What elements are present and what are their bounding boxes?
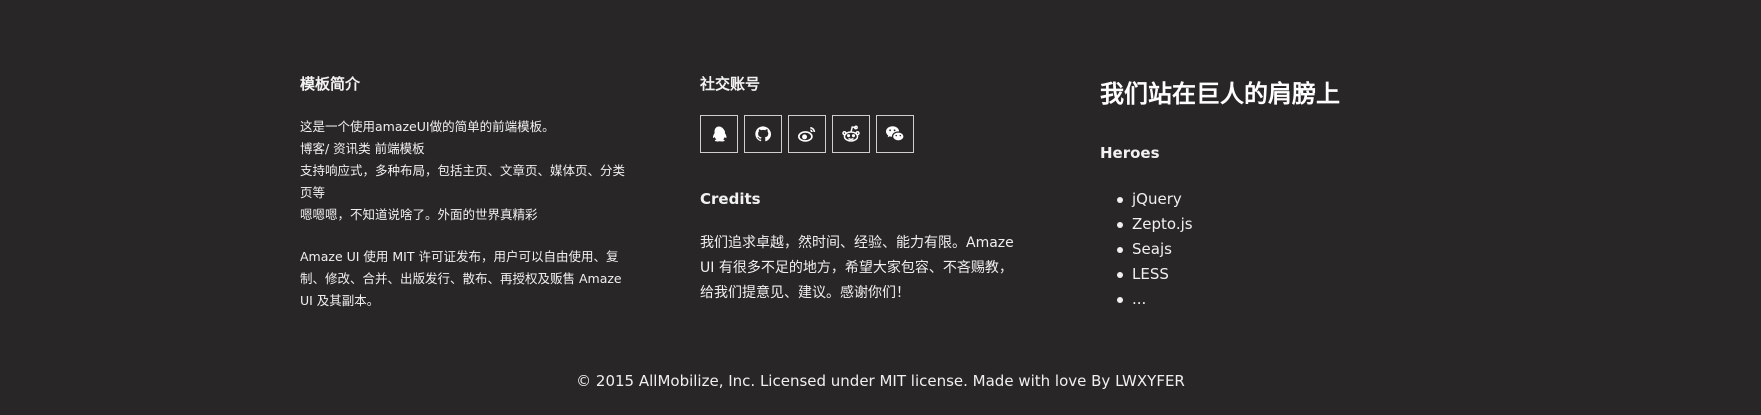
about-line: 支持响应式，多种布局，包括主页、文章页、媒体页、分类 bbox=[300, 163, 626, 178]
credits-title: Credits bbox=[700, 190, 761, 208]
credits-line: 给我们提意见、建议。感谢你们！ bbox=[700, 285, 910, 301]
hero-item: Seajs bbox=[1117, 237, 1193, 262]
social-icons bbox=[700, 115, 914, 153]
credits-line: UI 有很多不足的地方，希望大家包容、不吝赐教， bbox=[700, 260, 1013, 276]
license-text: Amaze UI 使用 MIT 许可证发布，用户可以自由使用、复 制、修改、合并… bbox=[300, 246, 622, 312]
weibo-icon[interactable] bbox=[788, 115, 826, 153]
about-title: 模板简介 bbox=[300, 75, 361, 93]
social-title: 社交账号 bbox=[700, 75, 761, 93]
about-line: 博客/ 资讯类 前端模板 bbox=[300, 141, 425, 156]
credits-text: 我们追求卓越，然时间、经验、能力有限。Amaze UI 有很多不足的地方，希望大… bbox=[700, 231, 1014, 306]
reddit-icon[interactable] bbox=[832, 115, 870, 153]
about-description: 这是一个使用amazeUI做的简单的前端模板。 博客/ 资讯类 前端模板 支持响… bbox=[300, 116, 625, 226]
github-icon[interactable] bbox=[744, 115, 782, 153]
about-line: 页等 bbox=[300, 185, 326, 200]
site-footer: 模板简介 这是一个使用amazeUI做的简单的前端模板。 博客/ 资讯类 前端模… bbox=[0, 0, 1761, 415]
license-line: 制、修改、合并、出版发行、散布、再授权及贩售 Amaze bbox=[300, 271, 622, 286]
qq-icon[interactable] bbox=[700, 115, 738, 153]
hero-item: ... bbox=[1117, 287, 1193, 312]
about-line: 嗯嗯嗯，不知道说啥了。外面的世界真精彩 bbox=[300, 207, 538, 222]
heroes-list: jQuery Zepto.js Seajs LESS ... bbox=[1117, 187, 1193, 312]
giants-title: 我们站在巨人的肩膀上 bbox=[1100, 80, 1340, 108]
wechat-icon[interactable] bbox=[876, 115, 914, 153]
license-line: Amaze UI 使用 MIT 许可证发布，用户可以自由使用、复 bbox=[300, 249, 619, 264]
hero-item: jQuery bbox=[1117, 187, 1193, 212]
about-line: 这是一个使用amazeUI做的简单的前端模板。 bbox=[300, 119, 555, 134]
heroes-title: Heroes bbox=[1100, 144, 1160, 162]
credits-line: 我们追求卓越，然时间、经验、能力有限。Amaze bbox=[700, 235, 1014, 251]
hero-item: Zepto.js bbox=[1117, 212, 1193, 237]
copyright-text: © 2015 AllMobilize, Inc. Licensed under … bbox=[576, 372, 1185, 390]
license-line: UI 及其副本。 bbox=[300, 293, 380, 308]
hero-item: LESS bbox=[1117, 262, 1193, 287]
